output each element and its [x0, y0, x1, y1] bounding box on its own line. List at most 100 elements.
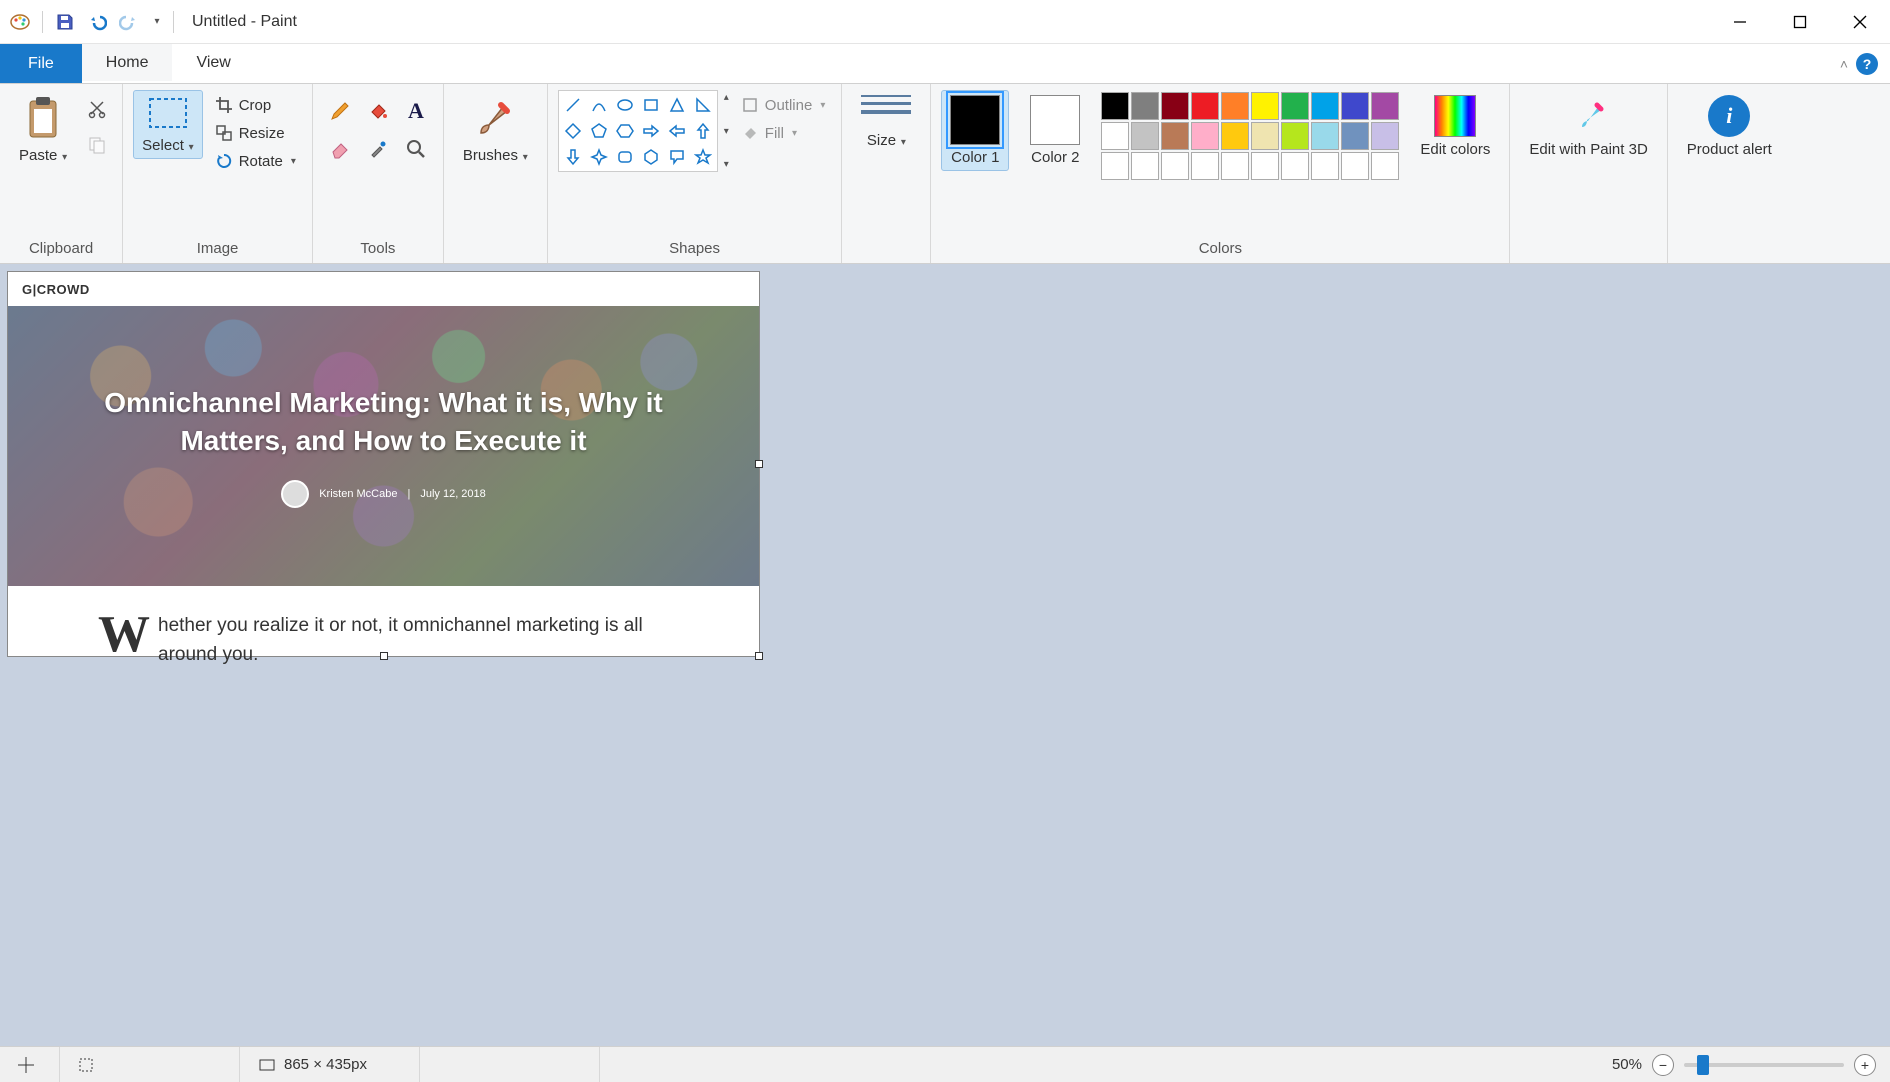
close-button[interactable] [1830, 0, 1890, 44]
color-swatch[interactable] [1191, 152, 1219, 180]
shape-arrow-up[interactable] [691, 119, 715, 143]
shape-rect[interactable] [639, 93, 663, 117]
shape-diamond[interactable] [561, 119, 585, 143]
color-swatch[interactable] [1311, 92, 1339, 120]
color-swatch[interactable] [1371, 152, 1399, 180]
shape-hexagon[interactable] [613, 119, 637, 143]
canvas-content-author: Kristen McCabe [319, 488, 397, 500]
save-button[interactable] [51, 8, 79, 36]
color-swatch[interactable] [1101, 122, 1129, 150]
edit-colors-button[interactable]: Edit colors [1411, 90, 1499, 163]
outline-button[interactable]: Outline ▾ [735, 94, 832, 116]
color-swatch[interactable] [1221, 92, 1249, 120]
shape-oval[interactable] [613, 93, 637, 117]
color-swatch[interactable] [1101, 152, 1129, 180]
color-swatch[interactable] [1281, 122, 1309, 150]
color-swatch[interactable] [1341, 152, 1369, 180]
fill-tool[interactable] [361, 94, 395, 128]
cut-button[interactable] [82, 94, 112, 124]
color-swatch[interactable] [1131, 92, 1159, 120]
file-tab[interactable]: File [0, 44, 82, 83]
color-swatch[interactable] [1161, 122, 1189, 150]
color-swatch[interactable] [1251, 92, 1279, 120]
color1-button[interactable]: Color 1 [941, 90, 1009, 171]
colors-group: Color 1 Color 2 Edit colors Colors [931, 84, 1510, 263]
color-swatch[interactable] [1131, 152, 1159, 180]
shape-rounded-rect[interactable] [613, 145, 637, 169]
color2-button[interactable]: Color 2 [1021, 90, 1089, 171]
color-swatch[interactable] [1281, 92, 1309, 120]
zoom-out-button[interactable]: − [1652, 1054, 1674, 1076]
app-icon[interactable] [6, 8, 34, 36]
help-button[interactable]: ? [1856, 53, 1878, 75]
canvas-content-brand: G|CROWD [8, 272, 759, 306]
redo-button[interactable] [115, 8, 143, 36]
color-swatch[interactable] [1131, 122, 1159, 150]
shapes-scroll-down[interactable]: ▾ [724, 126, 729, 137]
magnifier-tool[interactable] [399, 132, 433, 166]
rotate-button[interactable]: Rotate ▾ [209, 150, 302, 172]
shape-callout[interactable] [665, 145, 689, 169]
paint3d-button[interactable]: Edit with Paint 3D [1520, 90, 1656, 163]
pencil-tool[interactable] [323, 94, 357, 128]
shape-arrow-down[interactable] [561, 145, 585, 169]
color-swatch[interactable] [1311, 122, 1339, 150]
view-tab[interactable]: View [172, 44, 254, 83]
qat-customize[interactable]: ▾ [147, 8, 165, 36]
color-swatch[interactable] [1191, 122, 1219, 150]
color-swatch[interactable] [1221, 152, 1249, 180]
shape-triangle[interactable] [665, 93, 689, 117]
size-button[interactable]: Size ▾ [852, 90, 920, 154]
shape-arrow-right[interactable] [639, 119, 663, 143]
ribbon-tabs: File Home View ˄ ? [0, 44, 1890, 84]
color-swatch[interactable] [1161, 152, 1189, 180]
color-picker-tool[interactable] [361, 132, 395, 166]
color-swatch[interactable] [1101, 92, 1129, 120]
canvas-resize-handle[interactable] [755, 460, 763, 468]
color-swatch[interactable] [1311, 152, 1339, 180]
fill-button[interactable]: Fill ▾ [735, 122, 832, 144]
maximize-button[interactable] [1770, 0, 1830, 44]
eraser-tool[interactable] [323, 132, 357, 166]
canvas-resize-handle[interactable] [380, 652, 388, 660]
paste-button[interactable]: Paste ▾ [10, 90, 76, 169]
minimize-button[interactable] [1710, 0, 1770, 44]
canvas[interactable]: G|CROWD Omnichannel Marketing: What it i… [8, 272, 759, 656]
shape-star5[interactable] [691, 145, 715, 169]
color-swatch[interactable] [1371, 92, 1399, 120]
canvas-resize-handle[interactable] [755, 652, 763, 660]
shape-star4[interactable] [587, 145, 611, 169]
color-swatch[interactable] [1161, 92, 1189, 120]
shapes-gallery[interactable] [558, 90, 718, 172]
crop-button[interactable]: Crop [209, 94, 302, 116]
shape-arrow-left[interactable] [665, 119, 689, 143]
shape-line[interactable] [561, 93, 585, 117]
collapse-ribbon-button[interactable]: ˄ [1840, 56, 1848, 72]
color-swatch[interactable] [1341, 122, 1369, 150]
resize-button[interactable]: Resize [209, 122, 302, 144]
shape-right-triangle[interactable] [691, 93, 715, 117]
canvas-workspace[interactable]: G|CROWD Omnichannel Marketing: What it i… [0, 264, 1890, 1046]
shape-polygon[interactable] [639, 145, 663, 169]
color-swatch[interactable] [1251, 152, 1279, 180]
shapes-scroll-up[interactable]: ▴ [724, 92, 729, 103]
color-swatch[interactable] [1191, 92, 1219, 120]
zoom-slider[interactable] [1684, 1063, 1844, 1067]
brushes-button[interactable]: Brushes ▾ [454, 90, 537, 169]
undo-button[interactable] [83, 8, 111, 36]
color-swatch[interactable] [1341, 92, 1369, 120]
shapes-expand[interactable]: ▾ [724, 159, 729, 170]
shapes-group: ▴ ▾ ▾ Outline ▾ Fill ▾ Shapes [548, 84, 843, 263]
select-button[interactable]: Select ▾ [133, 90, 203, 159]
zoom-in-button[interactable]: + [1854, 1054, 1876, 1076]
product-alert-button[interactable]: i Product alert [1678, 90, 1781, 163]
copy-button[interactable] [82, 130, 112, 160]
shape-pentagon[interactable] [587, 119, 611, 143]
color-swatch[interactable] [1221, 122, 1249, 150]
color-swatch[interactable] [1251, 122, 1279, 150]
text-tool[interactable]: A [399, 94, 433, 128]
home-tab[interactable]: Home [82, 44, 173, 83]
shape-curve[interactable] [587, 93, 611, 117]
color-swatch[interactable] [1371, 122, 1399, 150]
color-swatch[interactable] [1281, 152, 1309, 180]
